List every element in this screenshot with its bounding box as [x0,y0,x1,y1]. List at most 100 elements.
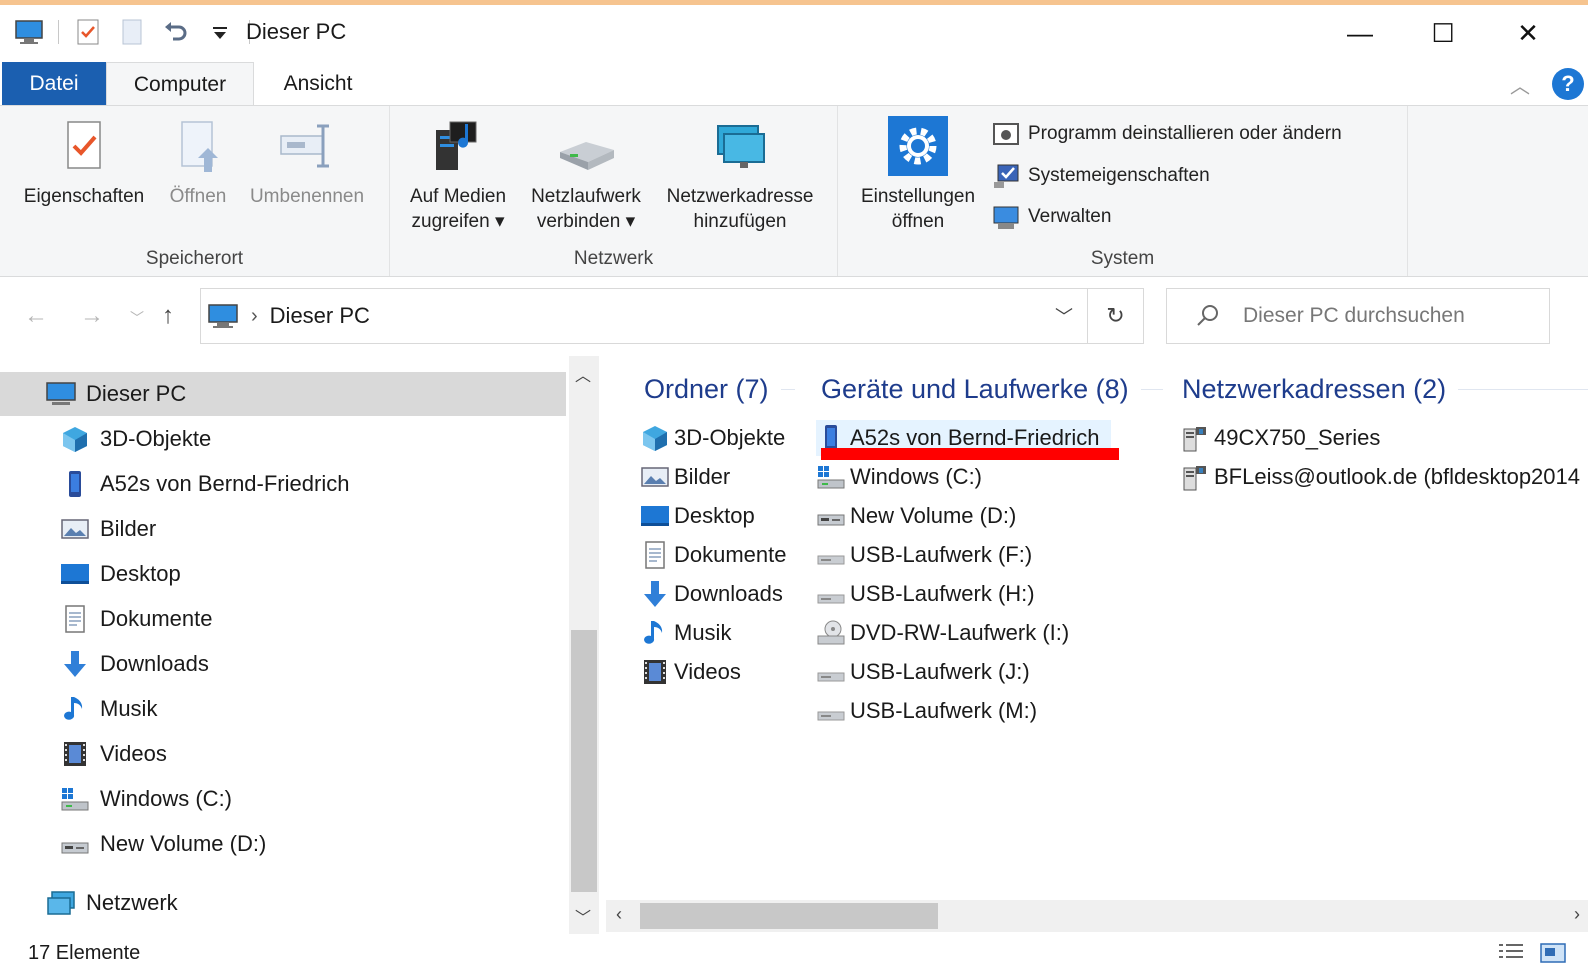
systemeigenschaften-button[interactable]: Systemeigenschaften [992,162,1210,190]
address-dropdown-icon[interactable]: ﹀ [1055,303,1073,329]
umbenennen-label: Umbenennen [249,186,365,207]
folder-item[interactable]: Videos [640,654,741,690]
pictures-icon [641,467,669,487]
tab-computer[interactable]: Computer [106,62,254,106]
large-icons-view-icon[interactable] [1538,940,1568,966]
oeffnen-button[interactable]: Öffnen [160,116,236,209]
umbenennen-button[interactable]: Umbenennen [240,116,374,209]
windows-drive-icon [61,788,89,811]
nav-item-label: Desktop [100,561,181,586]
group-header-netzwerkadressen[interactable]: Netzwerkadressen (2) [1182,374,1588,405]
device-item[interactable]: USB-Laufwerk (F:) [816,537,1032,573]
maximize-button[interactable]: ☐ [1413,11,1473,55]
group-divider [1458,389,1588,390]
device-item[interactable]: DVD-RW-Laufwerk (I:) [816,615,1069,651]
device-item[interactable]: USB-Laufwerk (H:) [816,576,1035,612]
pc-icon[interactable] [14,17,44,47]
group-speicherort: Eigenschaften Öffnen Umbenennen Speicher… [0,106,390,276]
scroll-right-icon[interactable]: › [1574,904,1580,925]
medien-label-1: Auf Medien [409,186,507,207]
music-icon [644,621,663,644]
forward-arrow-icon[interactable]: → [80,302,104,330]
documents-icon [645,541,665,569]
minimize-button[interactable]: — [1330,11,1390,55]
details-view-icon[interactable] [1496,940,1526,966]
folder-item[interactable]: Dokumente [640,537,787,573]
nav-item-label: Downloads [100,651,209,676]
nav-item-downloads[interactable]: Downloads [0,642,566,686]
netzlaufwerk-label-1: Netzlaufwerk [531,186,641,207]
netzwerkadresse-hinzufuegen-button[interactable]: Netzwerkadresse hinzufügen [656,116,824,234]
einstellungen-label-1: Einstellungen [860,186,976,207]
einstellungen-oeffnen-button[interactable]: Einstellungen öffnen [848,116,988,234]
desktop-icon [61,564,89,584]
content-horizontal-scrollbar[interactable]: ‹ › [606,900,1588,932]
scroll-left-icon[interactable]: ‹ [616,904,622,925]
tab-view[interactable]: Ansicht [260,62,376,106]
breadcrumb[interactable]: Dieser PC [270,303,370,329]
nav-item-videos[interactable]: Videos [0,732,566,776]
folder-item[interactable]: Desktop [640,498,755,534]
scroll-up-icon[interactable]: ︿ [575,362,591,386]
device-item[interactable]: New Volume (D:) [816,498,1016,534]
search-input[interactable]: Dieser PC durchsuchen [1243,304,1465,328]
nav-item-desktop[interactable]: Desktop [0,552,566,596]
up-arrow-icon[interactable]: ↑ [162,302,174,330]
back-arrow-icon[interactable]: ← [24,302,48,330]
programm-deinstallieren-button[interactable]: Programm deinstallieren oder ändern [992,120,1342,148]
toolbar-separator [58,20,59,44]
collapse-ribbon-icon[interactable]: ︿ [1510,70,1530,99]
device-item[interactable]: USB-Laufwerk (M:) [816,693,1037,729]
network-location-item[interactable]: BFLeiss@outlook.de (bfldesktop2014 [1180,459,1580,495]
eigenschaften-button[interactable]: Eigenschaften [14,116,154,209]
folder-item[interactable]: Downloads [640,576,783,612]
device-item[interactable]: USB-Laufwerk (J:) [816,654,1030,690]
nav-item-dokumente[interactable]: Dokumente [0,597,566,641]
properties-check-icon[interactable] [73,17,103,47]
folder-item[interactable]: Musik [640,615,731,651]
nav-item-dieser-pc[interactable]: Dieser PC [0,372,566,416]
downloads-icon [64,651,86,677]
recent-locations-icon[interactable]: ﹀ [130,308,144,328]
nav-item-bilder[interactable]: Bilder [0,507,566,551]
folder-item[interactable]: 3D-Objekte [640,420,785,456]
nav-item-new-volume-d[interactable]: New Volume (D:) [0,822,566,866]
auf-medien-zugreifen-button[interactable]: Auf Medien zugreifen ▾ [398,116,518,234]
folder-label: Dokumente [674,542,787,567]
customize-toolbar-icon[interactable] [205,17,235,47]
close-button[interactable]: ✕ [1498,11,1558,55]
group-divider [1140,389,1163,390]
dvd-drive-icon [817,620,845,645]
nav-item-windows-c[interactable]: Windows (C:) [0,777,566,821]
undo-icon[interactable] [161,17,191,47]
windows-drive-icon [817,466,845,489]
scrollbar-thumb[interactable] [571,630,597,892]
breadcrumb-chevron-icon[interactable]: › [251,305,258,328]
folder-label: 3D-Objekte [674,425,786,450]
device-item[interactable]: Windows (C:) [816,459,982,495]
group-header-ordner[interactable]: Ordner (7) [644,374,795,405]
nav-item-3d-objekte[interactable]: 3D-Objekte [0,417,566,461]
nav-item-label: 3D-Objekte [100,426,212,451]
search-box[interactable]: Dieser PC durchsuchen [1166,288,1550,344]
nav-item-label: A52s von Bernd-Friedrich [100,471,350,496]
nav-item-netzwerk[interactable]: Netzwerk [0,881,566,925]
tab-file[interactable]: Datei [2,62,106,106]
address-bar[interactable]: › Dieser PC ﹀ ↻ [200,288,1144,344]
new-folder-icon[interactable] [117,17,147,47]
help-button[interactable]: ? [1552,68,1584,100]
folder-item[interactable]: Bilder [640,459,730,495]
device-label: USB-Laufwerk (M:) [850,698,1038,723]
scroll-down-icon[interactable]: ﹀ [575,904,591,928]
netzlaufwerk-verbinden-button[interactable]: Netzlaufwerk verbinden ▾ [520,116,652,234]
nav-item-musik[interactable]: Musik [0,687,566,731]
refresh-icon[interactable]: ↻ [1087,289,1143,343]
group-header-geraete[interactable]: Geräte und Laufwerke (8) [821,374,1163,405]
pc-icon [46,382,76,405]
scrollbar-thumb[interactable] [640,903,938,929]
usb-drive-icon [817,672,845,682]
verwalten-button[interactable]: Verwalten [992,203,1111,231]
nav-item-a52s[interactable]: A52s von Bernd-Friedrich [0,462,566,506]
network-location-item[interactable]: 49CX750_Series [1180,420,1380,456]
nav-pane-scrollbar[interactable]: ︿ ﹀ [569,356,599,934]
